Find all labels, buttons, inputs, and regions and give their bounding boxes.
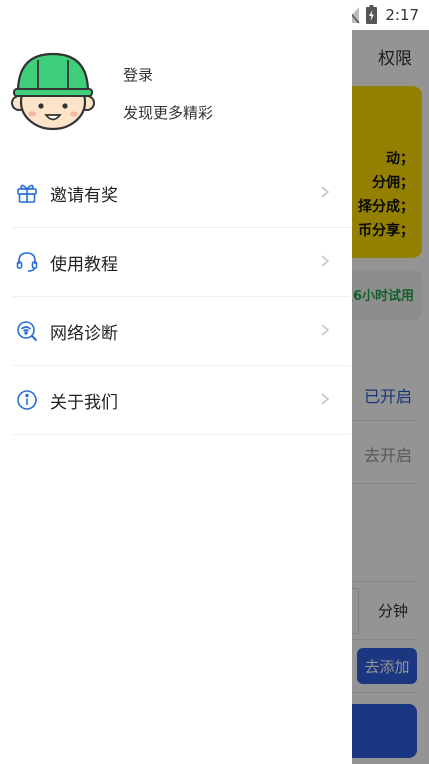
gift-icon: [15, 181, 39, 205]
menu-item-label: 邀请有奖: [50, 185, 118, 206]
clock-time: 2:17: [385, 5, 419, 24]
chevron-right-icon: [321, 324, 330, 336]
menu-item-about[interactable]: 关于我们: [13, 366, 350, 435]
drawer-menu: 邀请有奖 使用教程 网络诊断 关于我们: [13, 159, 350, 435]
menu-item-network-diagnosis[interactable]: 网络诊断: [13, 297, 350, 366]
profile-subtitle: 发现更多精彩: [123, 104, 214, 122]
chevron-right-icon: [321, 255, 330, 267]
menu-item-tutorial[interactable]: 使用教程: [13, 228, 350, 297]
headset-icon: [15, 250, 39, 274]
chevron-right-icon: [321, 186, 330, 198]
info-icon: [15, 388, 39, 412]
chevron-right-icon: [321, 393, 330, 405]
profile-header[interactable]: 登录 发现更多精彩: [0, 40, 352, 150]
battery-charging-icon: [366, 5, 378, 24]
navigation-drawer: 登录 发现更多精彩 邀请有奖 使用教程 网络诊断 关于我们: [0, 0, 352, 764]
avatar[interactable]: [10, 52, 96, 132]
login-link[interactable]: 登录: [123, 64, 153, 85]
menu-item-label: 使用教程: [50, 254, 118, 275]
network-diagnosis-icon: [15, 319, 39, 343]
menu-item-label: 关于我们: [50, 392, 118, 413]
menu-item-label: 网络诊断: [50, 323, 118, 344]
menu-item-invite[interactable]: 邀请有奖: [13, 159, 350, 228]
